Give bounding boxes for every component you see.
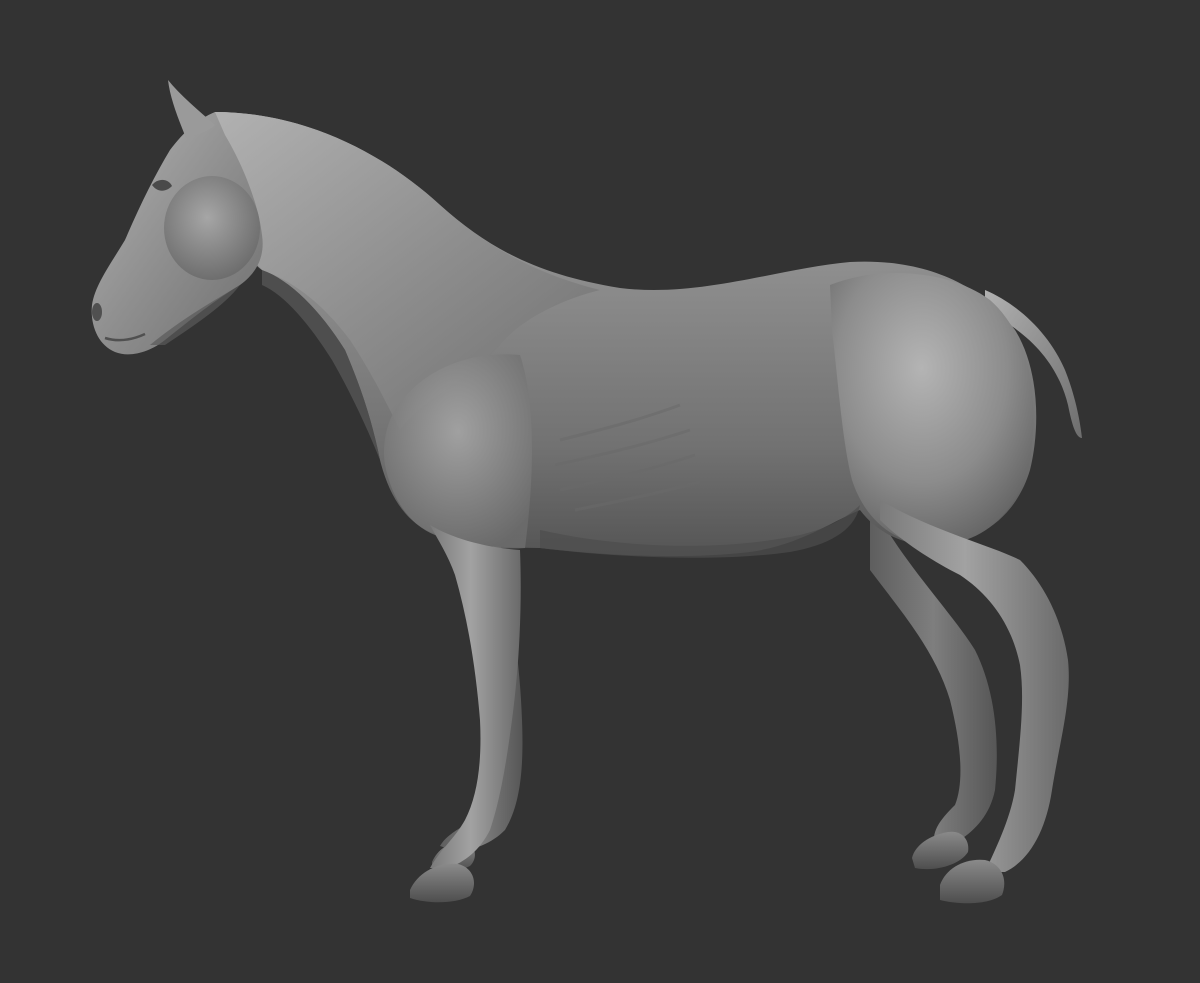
- horse-render: [91, 80, 1082, 904]
- near-front-hoof: [410, 863, 474, 903]
- render-viewport: [0, 0, 1200, 983]
- near-hind-hoof: [940, 859, 1005, 904]
- cheek: [164, 176, 260, 280]
- near-front-leg: [410, 525, 521, 903]
- far-hind-hoof: [912, 831, 969, 870]
- ear-icon: [168, 80, 215, 138]
- nostril-icon: [92, 303, 102, 321]
